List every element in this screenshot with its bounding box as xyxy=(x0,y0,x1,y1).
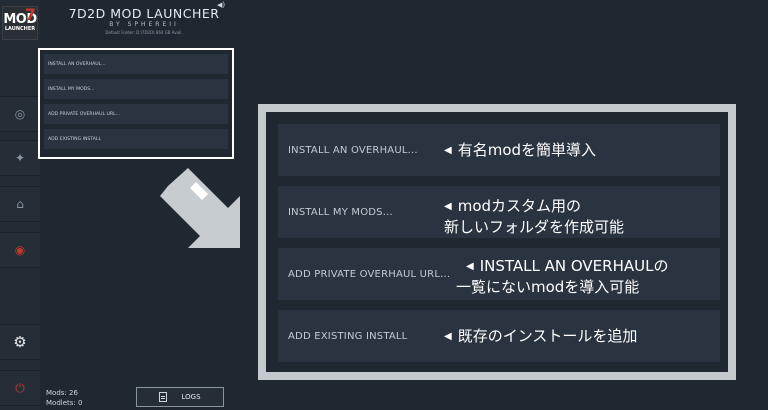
power-button[interactable]: ⏻ xyxy=(0,370,40,406)
annotation-install-my-mods: ◀ modカスタム用の 新しいフォルダを作成可能 xyxy=(444,196,624,237)
menu-item-label: ADD EXISTING INSTALL xyxy=(48,136,102,142)
logo-seven: 7 xyxy=(24,5,36,24)
annotation-line: modカスタム用の xyxy=(457,197,582,215)
annotation-add-existing-install: ◀ 既存のインストールを追加 xyxy=(444,326,637,347)
default-folder-text: Default Folder: D:\7D2D\ 864 GB Avail. xyxy=(105,30,183,35)
menu-item-label: INSTALL MY MODS... xyxy=(48,86,95,92)
zoomed-item-label: INSTALL AN OVERHAUL... xyxy=(288,144,418,156)
annotation-add-private-url: ◀ INSTALL AN OVERHAULの 一覧にないmodを導入可能 xyxy=(456,256,669,297)
annotation-install-overhaul: ◀ 有名modを簡単導入 xyxy=(444,140,596,161)
modlets-count: Modlets: 0 xyxy=(46,399,83,407)
mod-stats: Mods: 26 Modlets: 0 xyxy=(46,388,82,408)
pointer-left-icon: ◀ xyxy=(444,201,452,212)
annotation-line: 有名modを簡単導入 xyxy=(457,141,597,159)
app-byline: BY SPHEREII xyxy=(109,21,179,28)
app-logo: 7 MOD LAUNCHER xyxy=(2,6,38,40)
menu-item-add-existing-install[interactable]: ADD EXISTING INSTALL xyxy=(44,129,228,149)
annotation-line-2: 一覧にないmodを導入可能 xyxy=(456,278,640,296)
app-title: 7D2D MOD LAUNCHER xyxy=(68,6,220,21)
menu-item-install-overhaul[interactable]: INSTALL AN OVERHAUL... xyxy=(44,54,228,74)
menu-item-label: INSTALL AN OVERHAUL... xyxy=(48,61,106,67)
pointer-left-icon: ◀ xyxy=(466,261,474,272)
menu-item-install-my-mods[interactable]: INSTALL MY MODS... xyxy=(44,79,228,99)
discord-icon: ◎ xyxy=(14,107,26,121)
document-icon xyxy=(159,392,168,402)
zoom-arrow-icon xyxy=(150,168,250,258)
zoomed-menu-panel: INSTALL AN OVERHAUL... INSTALL MY MODS..… xyxy=(258,104,736,380)
logo-subtext: LAUNCHER xyxy=(4,26,36,32)
settings-button[interactable]: ⚙ xyxy=(0,324,40,360)
power-icon: ⏻ xyxy=(15,380,25,395)
zoomed-item-label: ADD PRIVATE OVERHAUL URL... xyxy=(288,268,451,280)
sidebar-discord-button[interactable]: ◎ xyxy=(0,96,40,132)
zoomed-item-label: ADD EXISTING INSTALL xyxy=(288,330,408,342)
twitter-icon: ✦ xyxy=(14,151,26,165)
annotation-line: INSTALL AN OVERHAULの xyxy=(479,257,669,275)
pointer-left-icon: ◀ xyxy=(444,331,452,342)
logs-button[interactable]: LOGS xyxy=(136,387,224,407)
menu-item-add-private-url[interactable]: ADD PRIVATE OVERHAUL URL... xyxy=(44,104,228,124)
annotation-line-2: 新しいフォルダを作成可能 xyxy=(444,218,625,236)
zoomed-item-label: INSTALL MY MODS... xyxy=(288,206,393,218)
pointer-left-icon: ◀ xyxy=(444,145,452,156)
menu-highlight-box: INSTALL AN OVERHAUL... INSTALL MY MODS..… xyxy=(38,48,234,159)
menu-item-label: ADD PRIVATE OVERHAUL URL... xyxy=(48,111,121,117)
speaker-icon[interactable]: ◀) xyxy=(217,1,225,9)
sidebar: 7 MOD LAUNCHER ◎ ✦ ⌂ ◉ ⚙ ⏻ xyxy=(0,0,40,410)
sidebar-twitter-button[interactable]: ✦ xyxy=(0,140,40,176)
gear-icon: ⚙ xyxy=(13,333,27,351)
home-icon: ⌂ xyxy=(16,197,24,211)
coin-icon: ◉ xyxy=(14,243,26,257)
mods-count: Mods: 26 xyxy=(46,389,78,397)
sidebar-coin-button[interactable]: ◉ xyxy=(0,232,40,268)
logs-label: LOGS xyxy=(181,393,201,401)
sidebar-home-button[interactable]: ⌂ xyxy=(0,186,40,222)
annotation-line: 既存のインストールを追加 xyxy=(457,327,638,345)
